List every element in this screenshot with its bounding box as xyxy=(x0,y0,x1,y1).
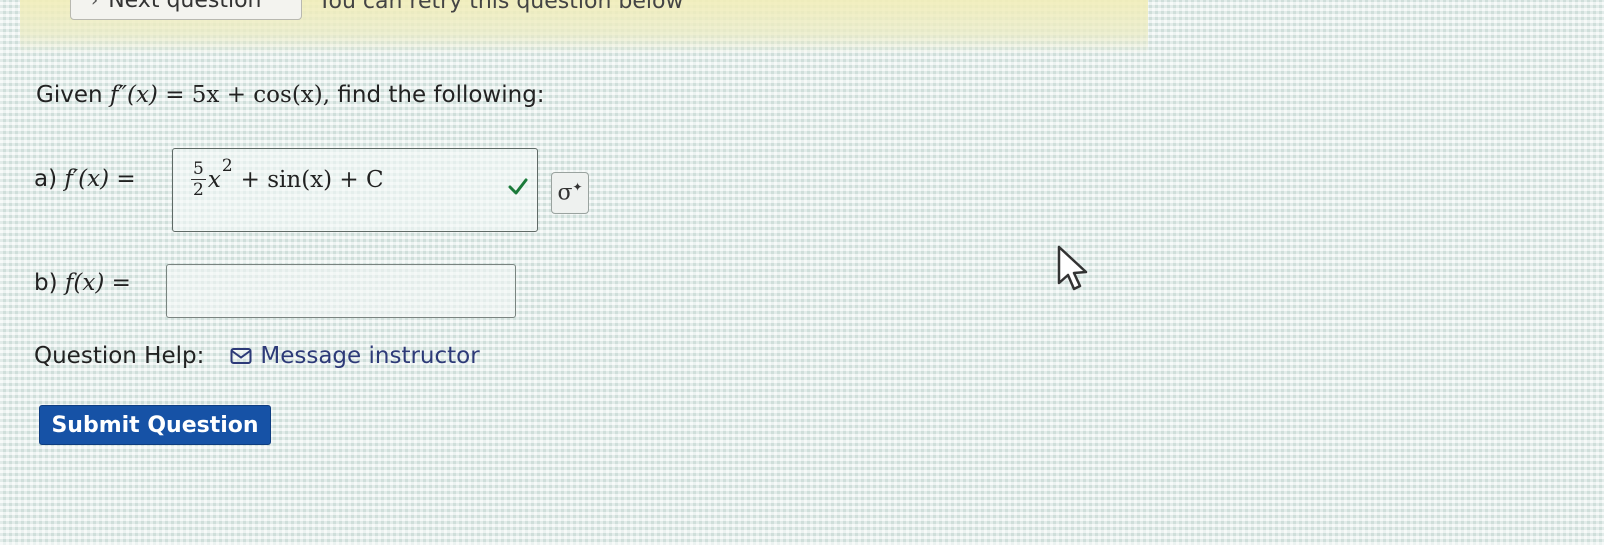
help-label: Question Help: xyxy=(34,343,205,369)
part-a-lhs: f′(x) = xyxy=(64,166,136,192)
submit-question-button[interactable]: Submit Question xyxy=(39,405,271,445)
given-prefix: Given xyxy=(36,82,103,108)
part-a-label: a) f′(x) = xyxy=(34,166,136,192)
mouse-pointer-icon xyxy=(1057,245,1088,291)
question-prompt: Given f″(x) = 5x + cos(x), find the foll… xyxy=(36,82,545,108)
given-lhs: f″(x) xyxy=(109,82,158,108)
message-instructor-label: Message instructor xyxy=(260,343,480,369)
sigma-icon: σ✦ xyxy=(557,180,583,206)
fraction: 5 2 xyxy=(191,159,206,200)
chevron-right-icon: › xyxy=(91,0,99,11)
envelope-icon xyxy=(230,348,252,364)
answer-variable: x xyxy=(207,166,221,193)
question-help: Question Help: Message instructor xyxy=(34,343,480,369)
next-question-button[interactable]: › Next question xyxy=(70,0,302,20)
fraction-numerator: 5 xyxy=(191,159,206,180)
answer-rest: + sin(x) + C xyxy=(240,166,384,193)
message-instructor-link[interactable]: Message instructor xyxy=(230,343,480,369)
part-a-letter: a) xyxy=(34,166,58,192)
part-a-answer-expression: 5 2 x 2 + sin(x) + C xyxy=(191,155,384,200)
fraction-denominator: 2 xyxy=(193,180,204,200)
check-icon xyxy=(508,178,528,195)
part-b-lhs: f(x) = xyxy=(64,270,131,296)
part-a-answer-field[interactable]: 5 2 x 2 + sin(x) + C xyxy=(172,148,538,232)
retry-notice: You can retry this question below xyxy=(318,0,684,14)
part-b-letter: b) xyxy=(34,270,58,296)
given-equation: = 5x + cos(x), xyxy=(165,82,331,108)
answer-exponent: 2 xyxy=(221,155,233,176)
math-preview-button[interactable]: σ✦ xyxy=(551,172,589,214)
part-b-answer-field[interactable] xyxy=(166,264,516,318)
part-b-label: b) f(x) = xyxy=(34,270,131,296)
given-suffix: find the following: xyxy=(337,82,545,108)
next-question-label: Next question xyxy=(108,0,262,13)
